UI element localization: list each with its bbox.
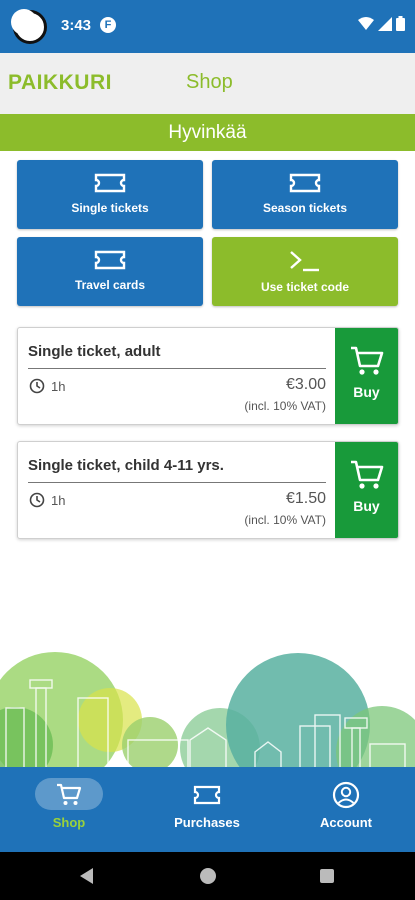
ticket-card-adult: Single ticket, adult 1h €3.00 (incl. 10%… xyxy=(17,327,399,425)
clock-icon xyxy=(29,378,45,394)
nav-account[interactable]: Account xyxy=(277,767,415,852)
tile-label: Single tickets xyxy=(71,201,149,215)
ticket-name: Single ticket, child 4-11 yrs. xyxy=(28,457,224,474)
nav-purchases[interactable]: Purchases xyxy=(138,767,276,852)
nav-shop[interactable]: Shop xyxy=(0,767,138,852)
account-icon xyxy=(332,781,360,809)
nav-label: Purchases xyxy=(174,815,240,830)
ticket-duration: 1h xyxy=(51,379,66,394)
f-circle-icon: F xyxy=(100,17,116,33)
system-navigation-bar xyxy=(0,852,415,900)
buy-button[interactable]: Buy xyxy=(335,328,398,424)
status-time: 3:43 xyxy=(61,17,92,34)
battery-icon xyxy=(396,16,405,31)
wifi-icon xyxy=(358,16,374,30)
bottom-navigation: Shop Purchases Account xyxy=(0,767,415,852)
ticket-vat: (incl. 10% VAT) xyxy=(244,399,326,413)
travel-cards-button[interactable]: Travel cards xyxy=(17,237,203,306)
ticket-price: €3.00 xyxy=(285,376,326,393)
ticket-icon xyxy=(289,173,321,193)
ticket-icon xyxy=(94,250,126,270)
season-tickets-button[interactable]: Season tickets xyxy=(212,160,398,229)
cart-icon xyxy=(351,460,384,489)
signal-icon xyxy=(378,16,392,31)
status-notification-dot xyxy=(11,9,47,44)
ticket-vat: (incl. 10% VAT) xyxy=(244,513,326,527)
tile-label: Use ticket code xyxy=(260,280,350,294)
nav-label: Account xyxy=(320,815,372,830)
divider xyxy=(28,368,326,369)
ticket-card-child: Single ticket, child 4-11 yrs. 1h €1.50 … xyxy=(17,441,399,539)
cart-icon xyxy=(57,783,82,805)
divider xyxy=(28,482,326,483)
buy-label: Buy xyxy=(353,498,380,514)
ticket-icon xyxy=(193,785,221,805)
buy-button[interactable]: Buy xyxy=(335,442,398,538)
back-icon[interactable] xyxy=(80,868,94,884)
buy-label: Buy xyxy=(353,384,380,400)
app-header: PAIKKURI Shop xyxy=(0,53,415,114)
terminal-icon xyxy=(290,251,319,272)
single-tickets-button[interactable]: Single tickets xyxy=(17,160,203,229)
cityscape-illustration xyxy=(0,652,415,768)
status-indicators xyxy=(358,16,405,31)
home-icon[interactable] xyxy=(200,868,216,884)
cart-icon xyxy=(351,346,384,375)
use-ticket-code-button[interactable]: Use ticket code xyxy=(212,237,398,306)
ticket-price: €1.50 xyxy=(285,490,326,507)
tile-label: Season tickets xyxy=(262,201,348,215)
brand-logo: PAIKKURI xyxy=(8,71,112,94)
status-bar: 3:43 F xyxy=(0,0,415,53)
nav-label: Shop xyxy=(52,815,86,830)
ticket-name: Single ticket, adult xyxy=(28,343,161,360)
ticket-duration: 1h xyxy=(51,493,66,508)
page-title: Shop xyxy=(186,71,233,93)
clock-icon xyxy=(29,492,45,508)
recents-icon[interactable] xyxy=(320,869,334,883)
region-selector[interactable]: Hyvinkää xyxy=(0,114,415,151)
tile-label: Travel cards xyxy=(74,278,146,292)
ticket-icon xyxy=(94,173,126,193)
